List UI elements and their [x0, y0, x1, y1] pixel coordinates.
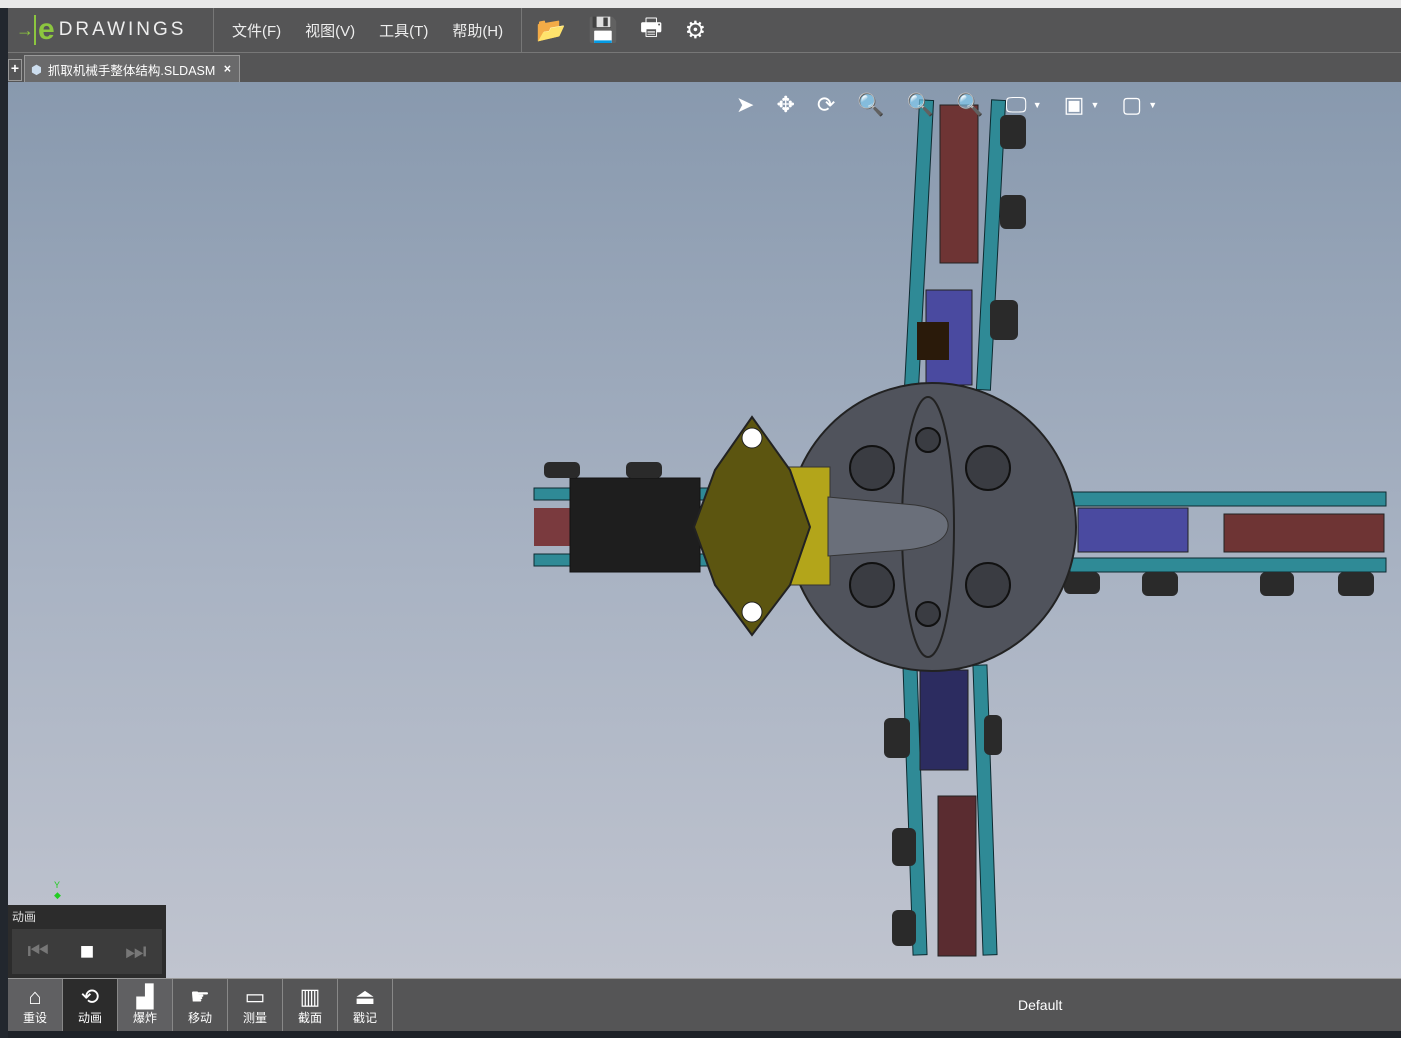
- stamp-icon: ⏏: [354, 983, 376, 1009]
- tab-bar: + ⬢ 抓取机械手整体结构.SLDASM ×: [8, 53, 1401, 82]
- display-style-icon[interactable]: 🖵: [1006, 92, 1027, 118]
- animate-label: 动画: [77, 1010, 102, 1025]
- logo-arrow-icon: →: [16, 19, 34, 40]
- print-icon[interactable]: 🖶: [640, 10, 663, 51]
- axis-triad: Y ◆: [54, 880, 61, 901]
- bottom-arm: [884, 664, 1002, 957]
- logo-e: e: [34, 15, 55, 45]
- animation-panel: 动画 ⏮ ■ ⏭: [8, 905, 166, 978]
- view-orientation-icon[interactable]: ▣: [1064, 92, 1085, 118]
- window-left-edge: [0, 8, 8, 1038]
- save-icon[interactable]: 💾: [588, 16, 618, 45]
- file-toolbar: 📂 💾 🖶 ⚙: [522, 10, 706, 51]
- section-label: 截面: [297, 1010, 322, 1025]
- section-button[interactable]: ▥ 截面: [283, 979, 338, 1031]
- animate-icon: ⟲: [80, 983, 100, 1009]
- menu-view[interactable]: 视图(V): [305, 20, 355, 41]
- animate-button[interactable]: ⟲ 动画: [63, 979, 118, 1031]
- reset-button[interactable]: ⌂ 重设: [8, 979, 63, 1031]
- menu-bar: → e DRAWINGS 文件(F) 视图(V) 工具(T) 帮助(H) 📂 💾…: [8, 7, 1401, 53]
- rotate-icon[interactable]: ⟳: [817, 92, 835, 118]
- left-arm: [533, 462, 715, 573]
- section-icon: ▥: [299, 983, 321, 1009]
- close-tab-icon[interactable]: ×: [224, 62, 231, 76]
- settings-icon[interactable]: ⚙: [685, 16, 707, 45]
- chevron-down-icon[interactable]: ▼: [1090, 100, 1099, 110]
- zoom-to-area-icon[interactable]: 🔍: [907, 92, 934, 118]
- open-icon[interactable]: 📂: [536, 16, 566, 45]
- menu-file[interactable]: 文件(F): [232, 20, 281, 41]
- explode-label: 爆炸: [132, 1010, 157, 1025]
- measure-label: 测量: [242, 1010, 267, 1025]
- skip-forward-icon[interactable]: ⏭: [125, 938, 147, 966]
- move-button[interactable]: ☛ 移动: [173, 979, 228, 1031]
- new-tab-button[interactable]: +: [8, 59, 22, 81]
- menu-help[interactable]: 帮助(H): [452, 20, 503, 41]
- zoom-to-fit-icon[interactable]: 🔍: [956, 92, 983, 118]
- pan-icon[interactable]: ✥: [776, 92, 794, 118]
- move-label: 移动: [187, 1010, 212, 1025]
- stop-icon[interactable]: ■: [80, 938, 95, 966]
- animation-controls: ⏮ ■ ⏭: [12, 929, 162, 974]
- bottom-toolbar: ⌂ 重设 ⟲ 动画 ▟ 爆炸 ☛ 移动 ▭ 测量 ▥ 截面 ⏏ 戳记: [8, 978, 1401, 1031]
- main-menu: 文件(F) 视图(V) 工具(T) 帮助(H): [214, 7, 523, 53]
- stamp-button[interactable]: ⏏ 戳记: [338, 979, 393, 1031]
- measure-icon: ▭: [244, 983, 266, 1009]
- reset-label: 重设: [22, 1010, 47, 1025]
- right-arm: [1064, 491, 1387, 596]
- select-icon[interactable]: ➤: [736, 92, 754, 118]
- axis-origin-icon: ◆: [54, 890, 61, 900]
- home-icon: ⌂: [28, 983, 42, 1009]
- skip-back-icon[interactable]: ⏮: [27, 938, 49, 966]
- assembly-icon: ⬢: [31, 62, 42, 77]
- chevron-down-icon[interactable]: ▼: [1033, 100, 1042, 110]
- y-axis-label: Y: [54, 880, 61, 890]
- views-icon[interactable]: ▢: [1121, 92, 1142, 118]
- configuration-name[interactable]: Default: [1018, 997, 1062, 1013]
- menu-tools[interactable]: 工具(T): [379, 20, 428, 41]
- chevron-down-icon[interactable]: ▼: [1148, 100, 1157, 110]
- assembly-model[interactable]: [8, 82, 1401, 978]
- document-tab[interactable]: ⬢ 抓取机械手整体结构.SLDASM ×: [24, 55, 240, 82]
- zoom-icon[interactable]: 🔍: [857, 92, 884, 118]
- explode-icon: ▟: [136, 983, 154, 1009]
- move-icon: ☛: [190, 983, 210, 1009]
- top-arm: [903, 99, 1026, 391]
- 3d-viewport[interactable]: ➤ ✥ ⟳ 🔍 🔍 🔍 🖵 ▼ ▣ ▼ ▢ ▼: [8, 82, 1401, 978]
- edrawings-logo: → e DRAWINGS: [8, 7, 214, 53]
- explode-button[interactable]: ▟ 爆炸: [118, 979, 173, 1031]
- measure-button[interactable]: ▭ 测量: [228, 979, 283, 1031]
- logo-text: DRAWINGS: [58, 19, 187, 40]
- animation-title: 动画: [12, 910, 37, 924]
- view-toolbar: ➤ ✥ ⟳ 🔍 🔍 🔍 🖵 ▼ ▣ ▼ ▢ ▼: [736, 92, 1157, 118]
- tab-title: 抓取机械手整体结构.SLDASM: [47, 63, 216, 78]
- stamp-label: 戳记: [352, 1010, 377, 1025]
